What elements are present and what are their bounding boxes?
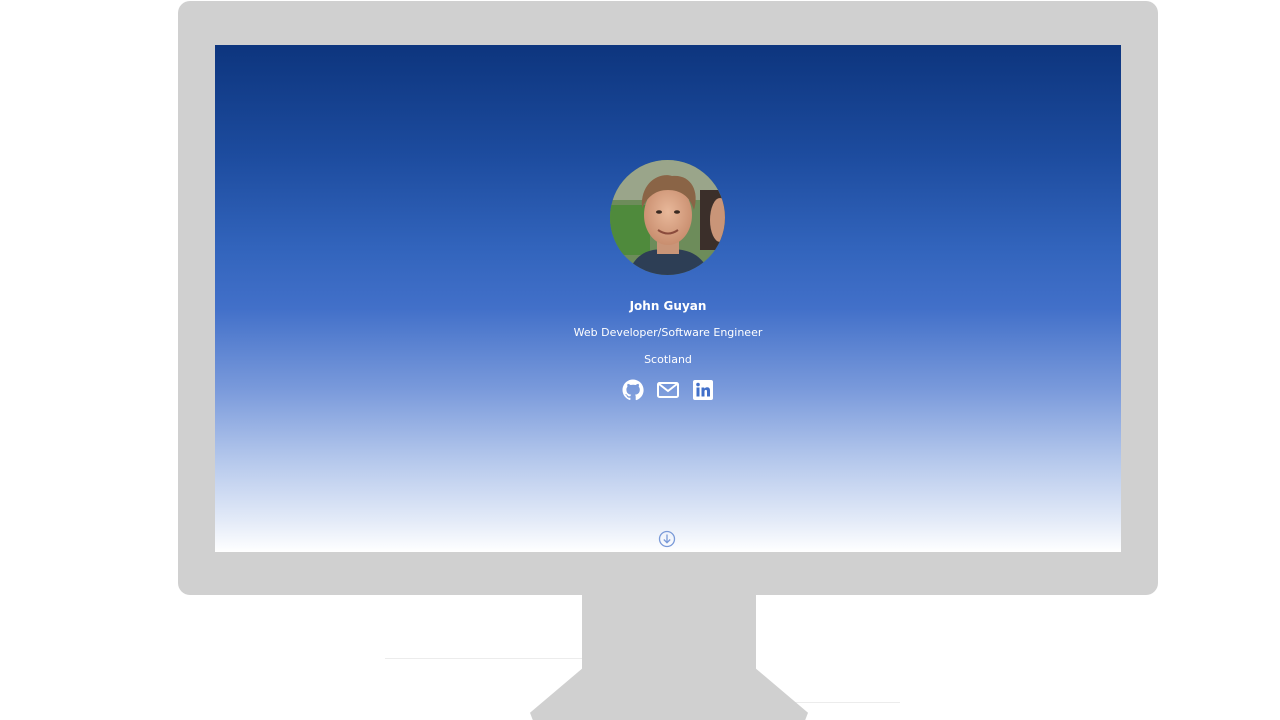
social-links <box>621 378 715 402</box>
github-link[interactable] <box>621 378 645 402</box>
monitor-screen: John Guyan Web Developer/Software Engine… <box>215 45 1121 552</box>
profile-name: John Guyan <box>629 299 707 313</box>
monitor-neck <box>582 594 756 672</box>
profile-location: Scotland <box>644 353 692 366</box>
hero-section: John Guyan Web Developer/Software Engine… <box>215 45 1121 552</box>
profile-role: Web Developer/Software Engineer <box>573 326 763 339</box>
github-icon <box>622 379 644 401</box>
stand-shadow <box>385 658 585 659</box>
arrow-down-circle-icon <box>658 530 676 548</box>
email-link[interactable] <box>656 378 680 402</box>
mail-icon <box>657 382 679 398</box>
profile-photo <box>610 160 725 275</box>
monitor-base <box>530 668 808 720</box>
linkedin-icon <box>693 380 713 400</box>
scroll-down-button[interactable] <box>658 530 676 548</box>
linkedin-link[interactable] <box>691 378 715 402</box>
stage: John Guyan Web Developer/Software Engine… <box>0 0 1280 720</box>
avatar <box>610 160 725 275</box>
